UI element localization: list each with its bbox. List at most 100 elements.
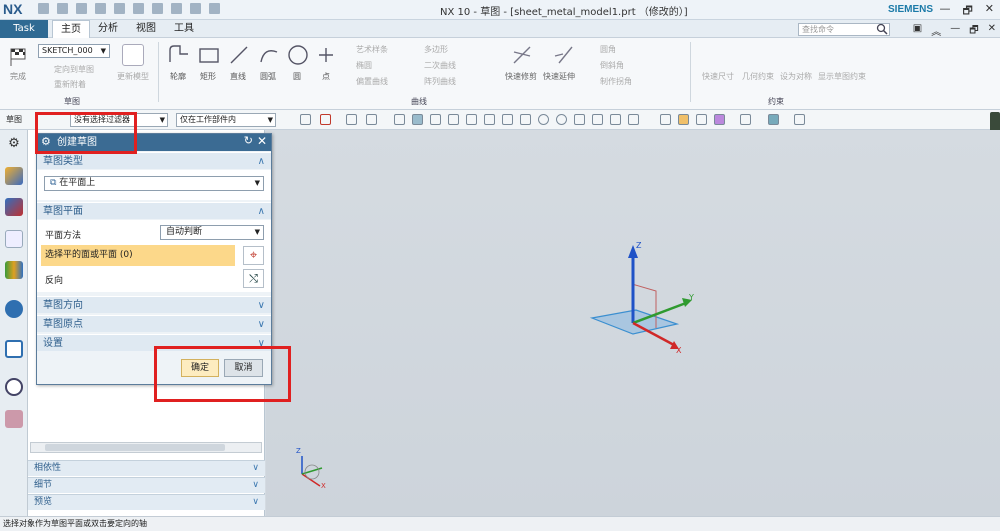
copy-icon[interactable]	[133, 3, 144, 14]
profile-label[interactable]: 轮廓	[170, 71, 186, 82]
orient-to-sketch-button[interactable]: 定向到草图	[54, 64, 94, 75]
undo-icon[interactable]	[76, 3, 87, 14]
scroll-thumb[interactable]	[45, 444, 225, 451]
quick-trim-label[interactable]: 快速修剪	[505, 71, 537, 82]
vertex-icon[interactable]	[430, 114, 441, 125]
point-icon[interactable]	[315, 44, 337, 66]
intersection-icon[interactable]	[520, 114, 531, 125]
save-all-icon[interactable]	[57, 3, 68, 14]
edit-object-icon[interactable]	[768, 114, 779, 125]
clock-icon[interactable]	[5, 378, 23, 396]
update-model-button[interactable]: 更新模型	[117, 71, 149, 82]
search-icon[interactable]	[876, 23, 888, 35]
polygon-button[interactable]: 多边形	[424, 44, 448, 55]
reset-icon[interactable]: ↻	[244, 134, 253, 147]
arc-label[interactable]: 圆弧	[260, 71, 276, 82]
touch-mode-icon[interactable]	[209, 3, 220, 14]
chamfer-button[interactable]: 倒斜角	[600, 60, 624, 71]
settings-section[interactable]: 设置 ∨	[37, 334, 271, 351]
box-select-icon[interactable]	[366, 114, 377, 125]
arc-icon[interactable]	[258, 44, 280, 66]
existing-point-icon[interactable]	[574, 114, 585, 125]
constraint-navigator-icon[interactable]	[5, 198, 23, 216]
circle-icon[interactable]	[287, 44, 309, 66]
point-label[interactable]: 点	[322, 71, 330, 82]
fit-view-icon[interactable]	[660, 114, 671, 125]
reattach-button[interactable]: 重新附着	[54, 79, 86, 90]
sketch-orientation-section[interactable]: 草图方向 ∨	[37, 296, 271, 313]
ellipse-button[interactable]: 椭圆	[356, 60, 372, 71]
layer-icon[interactable]	[714, 114, 725, 125]
offset-curve-button[interactable]: 偏置曲线	[356, 76, 388, 87]
point-on-face-icon[interactable]	[610, 114, 621, 125]
finish-flag-icon[interactable]	[8, 46, 30, 68]
quick-extend-label[interactable]: 快速延伸	[543, 71, 575, 82]
studio-spline-button[interactable]: 艺术样条	[356, 44, 388, 55]
roles-icon[interactable]	[5, 410, 23, 428]
conic-button[interactable]: 二次曲线	[424, 60, 456, 71]
show-hide-icon[interactable]	[794, 114, 805, 125]
sketch-type-section[interactable]: 草图类型 ∧	[37, 152, 271, 169]
quadrant-icon[interactable]	[556, 114, 567, 125]
repeat-icon[interactable]	[171, 3, 182, 14]
paste-icon[interactable]	[152, 3, 163, 14]
curve-snap-icon[interactable]	[448, 114, 459, 125]
wcs-triad[interactable]	[266, 130, 1000, 516]
tab-tools[interactable]: 工具	[166, 20, 202, 38]
cancel-button[interactable]: 取消	[224, 359, 263, 377]
make-corner-button[interactable]: 制作拐角	[600, 76, 632, 87]
dialog-gear-icon[interactable]: ⚙	[41, 135, 51, 148]
snap-icon[interactable]	[300, 114, 311, 125]
arc-center-icon[interactable]	[538, 114, 549, 125]
crosshair-select-icon[interactable]: ⌖	[243, 246, 264, 265]
sketch-menu-label[interactable]: 草图	[6, 114, 22, 125]
filter-icon[interactable]	[346, 114, 357, 125]
render-style-icon[interactable]	[740, 114, 751, 125]
line-icon[interactable]	[228, 44, 250, 66]
assembly-navigator-icon[interactable]	[5, 167, 23, 185]
select-all-icon[interactable]	[320, 114, 331, 125]
profile-icon[interactable]	[168, 44, 190, 66]
reverse-direction-icon[interactable]: ⤭	[243, 269, 264, 288]
quick-extend-icon[interactable]	[553, 44, 575, 66]
tab-analysis[interactable]: 分析	[90, 20, 126, 38]
dependencies-section[interactable]: 相依性 ∨	[28, 460, 265, 476]
tab-view[interactable]: 视图	[128, 20, 164, 38]
close-button[interactable]: ✕	[985, 2, 994, 21]
camera-icon[interactable]	[678, 114, 689, 125]
display-sketch-constraints-button[interactable]: 显示草图约束	[818, 71, 866, 82]
fillet-button[interactable]: 圆角	[600, 44, 616, 55]
geometric-constraints-button[interactable]: 几何约束	[742, 71, 774, 82]
rectangle-label[interactable]: 矩形	[200, 71, 216, 82]
save-icon[interactable]	[38, 3, 49, 14]
sketch-type-dropdown[interactable]: ⧉ 在平面上 ▼	[44, 176, 264, 191]
dialog-close-icon[interactable]: ✕	[257, 134, 267, 148]
minimize-button[interactable]: —	[939, 2, 950, 21]
graphics-window[interactable]: Z Y X Z X	[266, 130, 1000, 516]
line-label[interactable]: 直线	[230, 71, 246, 82]
pattern-curve-button[interactable]: 阵列曲线	[424, 76, 456, 87]
tab-home[interactable]: 主页	[52, 20, 90, 38]
settings-gear-icon[interactable]: ⚙	[5, 135, 23, 153]
type-filter-dropdown[interactable]: 没有选择过滤器 ▼	[70, 113, 168, 127]
restore-button[interactable]: 🗗	[962, 2, 972, 21]
plane-method-dropdown[interactable]: 自动判断 ▼	[160, 225, 264, 240]
quick-trim-icon[interactable]	[511, 44, 533, 66]
reuse-library-icon[interactable]	[5, 261, 23, 279]
part-navigator-icon[interactable]	[5, 230, 23, 248]
quick-dimension-button[interactable]: 快速尺寸	[702, 71, 734, 82]
horizontal-scrollbar[interactable]	[30, 442, 262, 453]
dialog-title-bar[interactable]: 创建草图	[37, 134, 271, 151]
point-on-curve-icon[interactable]	[592, 114, 603, 125]
update-model-icon[interactable]	[122, 44, 144, 66]
mid-point-icon[interactable]	[484, 114, 495, 125]
end-point-icon[interactable]	[466, 114, 477, 125]
body-icon[interactable]	[412, 114, 423, 125]
finish-label[interactable]: 完成	[10, 71, 26, 82]
orient-view-icon[interactable]	[696, 114, 707, 125]
sketch-plane-section[interactable]: 草图平面 ∧	[37, 202, 271, 219]
web-browser-icon[interactable]	[5, 300, 23, 318]
details-section[interactable]: 细节 ∨	[28, 477, 265, 493]
selection-scope-dropdown[interactable]: 仅在工作部件内 ▼	[176, 113, 276, 127]
preview-section[interactable]: 预览 ∨	[28, 494, 265, 510]
